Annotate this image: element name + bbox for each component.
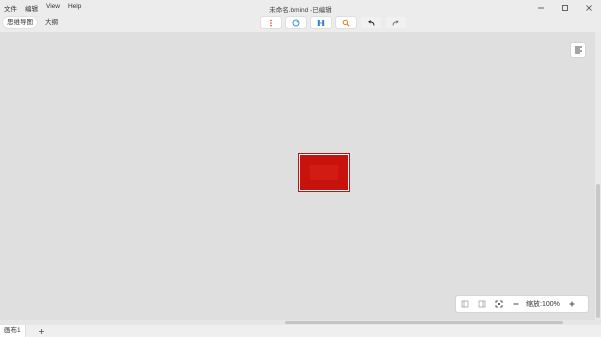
style-palette-icon <box>292 19 300 26</box>
minimize-button[interactable] <box>529 0 553 15</box>
zoom-in-button[interactable] <box>564 296 581 312</box>
vertical-scrollbar[interactable] <box>595 32 601 320</box>
add-sheet-button[interactable] <box>35 325 47 337</box>
central-topic-text[interactable] <box>310 165 338 180</box>
view-tabs: 思维导图 大纲 <box>3 17 62 28</box>
sheet-bar: 画布1 <box>0 325 601 337</box>
collapse-left-button[interactable] <box>456 296 473 312</box>
search-icon <box>342 19 350 27</box>
layout-structure-icon <box>317 19 325 26</box>
plus-icon <box>38 328 44 334</box>
menu-bar: 文件 编辑 View Help <box>4 3 81 13</box>
undo-button[interactable] <box>361 17 381 28</box>
style-button[interactable] <box>286 17 306 28</box>
menu-view[interactable]: View <box>46 3 60 13</box>
more-button[interactable] <box>261 17 281 28</box>
close-icon <box>586 4 592 11</box>
tab-mindmap[interactable]: 思维导图 <box>3 17 37 28</box>
horizontal-scrollbar-thumb[interactable] <box>285 321 563 324</box>
window-controls <box>529 0 601 15</box>
maximize-button[interactable] <box>553 0 577 15</box>
title-bar: 文件 编辑 View Help 未命名.bmind -已编辑 <box>0 0 601 15</box>
redo-button[interactable] <box>386 17 406 28</box>
maximize-icon <box>562 4 568 11</box>
tool-buttons <box>261 17 406 28</box>
zoom-out-button[interactable] <box>507 296 524 312</box>
redo-icon <box>392 19 399 26</box>
collapse-right-button[interactable] <box>473 296 490 312</box>
more-vertical-icon <box>270 19 272 26</box>
minus-icon <box>513 303 518 305</box>
menu-file[interactable]: 文件 <box>4 3 17 13</box>
undo-icon <box>368 19 375 26</box>
zoom-panel: 缩放:100% <box>456 296 588 312</box>
format-panel-icon <box>574 46 582 54</box>
sheet-tab[interactable]: 画布1 <box>0 325 26 337</box>
fit-to-screen-button[interactable] <box>490 296 507 312</box>
central-topic[interactable] <box>298 153 350 192</box>
fit-screen-icon <box>495 300 502 308</box>
search-button[interactable] <box>336 17 356 28</box>
collapse-right-icon <box>478 300 485 308</box>
vertical-scrollbar-thumb[interactable] <box>596 184 600 318</box>
plus-icon <box>569 301 575 307</box>
window-title: 未命名.bmind -已编辑 <box>269 7 332 14</box>
zoom-level-label: 缩放:100% <box>526 301 560 308</box>
menu-help[interactable]: Help <box>68 3 81 13</box>
tab-outline[interactable]: 大纲 <box>41 17 62 28</box>
minimize-icon <box>538 7 544 8</box>
central-topic-body[interactable] <box>300 155 348 190</box>
format-panel-button[interactable] <box>571 43 585 57</box>
close-button[interactable] <box>577 0 601 15</box>
toolbar: 思维导图 大纲 <box>0 15 601 32</box>
structure-button[interactable] <box>311 17 331 28</box>
collapse-left-icon <box>461 300 468 308</box>
menu-edit[interactable]: 编辑 <box>25 3 38 13</box>
